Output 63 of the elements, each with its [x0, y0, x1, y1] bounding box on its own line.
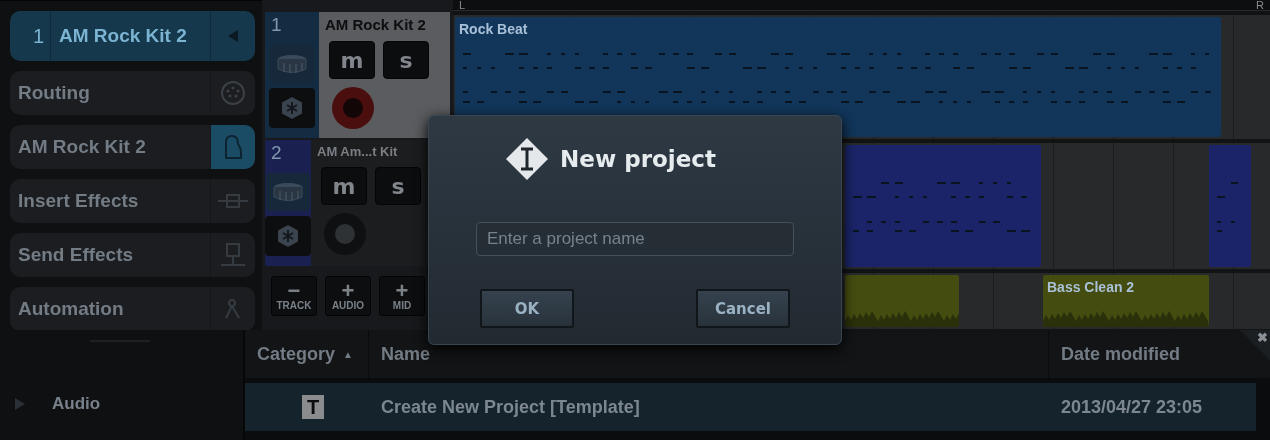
category-badge: T: [302, 395, 324, 419]
project-name-cell-text: Create New Project [Template]: [380, 396, 641, 418]
date-cell-text: 2013/04/27 23:05: [1060, 396, 1204, 418]
midi-clip[interactable]: [845, 145, 1041, 267]
inspector-label: Insert Effects: [17, 190, 140, 212]
inspector-label: Routing: [17, 82, 91, 104]
project-name-field[interactable]: Enter a project name: [476, 222, 794, 256]
record-button[interactable]: [332, 87, 374, 129]
drum-icon: [276, 54, 308, 74]
track-number: 1: [10, 11, 51, 61]
inspector-item[interactable]: Send Effects: [10, 233, 255, 277]
record-button[interactable]: [324, 213, 366, 255]
solo-button[interactable]: s: [383, 41, 429, 79]
snowflake-icon: [279, 95, 305, 121]
collapse-arrow-icon: [226, 29, 240, 43]
timeline-ruler[interactable]: L R: [453, 0, 1270, 11]
mute-button[interactable]: m: [321, 167, 367, 205]
snowflake-icon: [275, 223, 301, 249]
left-locator[interactable]: L: [459, 0, 466, 10]
text-cursor-icon: [504, 136, 551, 182]
track-name: AM Am...t Kit: [317, 144, 399, 159]
track-name: AM Rock Kit 2: [325, 16, 427, 33]
inspector-label: AM Rock Kit 2: [17, 136, 147, 158]
track-color-strip[interactable]: 2: [265, 140, 311, 266]
dialog-button[interactable]: Cancel: [696, 289, 790, 328]
inspector-item[interactable]: AM Rock Kit 2: [10, 125, 255, 169]
inspector-label: Automation: [17, 298, 125, 320]
column-header[interactable]: Category ▲: [245, 330, 369, 378]
drum-button[interactable]: [270, 45, 314, 83]
clip-name: Rock Beat: [459, 21, 528, 37]
inspector-item[interactable]: Automation: [10, 287, 255, 331]
track-action-button[interactable]: + AUDIO: [325, 276, 371, 316]
midi-clip[interactable]: Rock Beat: [455, 17, 1221, 137]
freeze-button[interactable]: [265, 216, 311, 256]
track-color-strip[interactable]: 1: [265, 12, 319, 138]
inspector-label: AM Rock Kit 2: [58, 25, 188, 47]
inspector-item[interactable]: Routing: [10, 71, 255, 115]
dialog-button[interactable]: OK: [480, 289, 574, 328]
send-icon: [218, 242, 248, 268]
drum-icon: [272, 182, 304, 202]
solo-button[interactable]: s: [375, 167, 421, 205]
clip-name: Bass Clean 2: [1047, 279, 1135, 295]
track-action-button[interactable]: − TRACK: [271, 276, 317, 316]
audio-clip[interactable]: [845, 275, 959, 327]
right-locator[interactable]: R: [1256, 0, 1264, 10]
track-number: 1: [270, 14, 282, 37]
insert-icon: [217, 191, 249, 211]
track-action-button[interactable]: + MID: [379, 276, 425, 316]
inspector-item[interactable]: 1 AM Rock Kit 2: [10, 11, 255, 61]
mute-button[interactable]: m: [329, 41, 375, 79]
track-number: 2: [270, 142, 282, 165]
dialog-title: New project: [560, 146, 716, 172]
inspector-label: Send Effects: [17, 244, 135, 266]
midi-clip[interactable]: [1209, 145, 1251, 267]
drum-button[interactable]: [266, 173, 310, 211]
audio-clip[interactable]: Bass Clean 2: [1043, 275, 1209, 327]
piano-icon: [223, 134, 243, 160]
freeze-button[interactable]: [269, 88, 315, 128]
midi-notes-drawing: [1217, 179, 1241, 234]
midi-port-icon: [220, 80, 246, 106]
inspector-item[interactable]: Insert Effects: [10, 179, 255, 223]
close-button[interactable]: ✖: [1240, 330, 1270, 360]
list-row[interactable]: T Create New Project [Template] 2013/04/27 23:05: [245, 383, 1256, 431]
